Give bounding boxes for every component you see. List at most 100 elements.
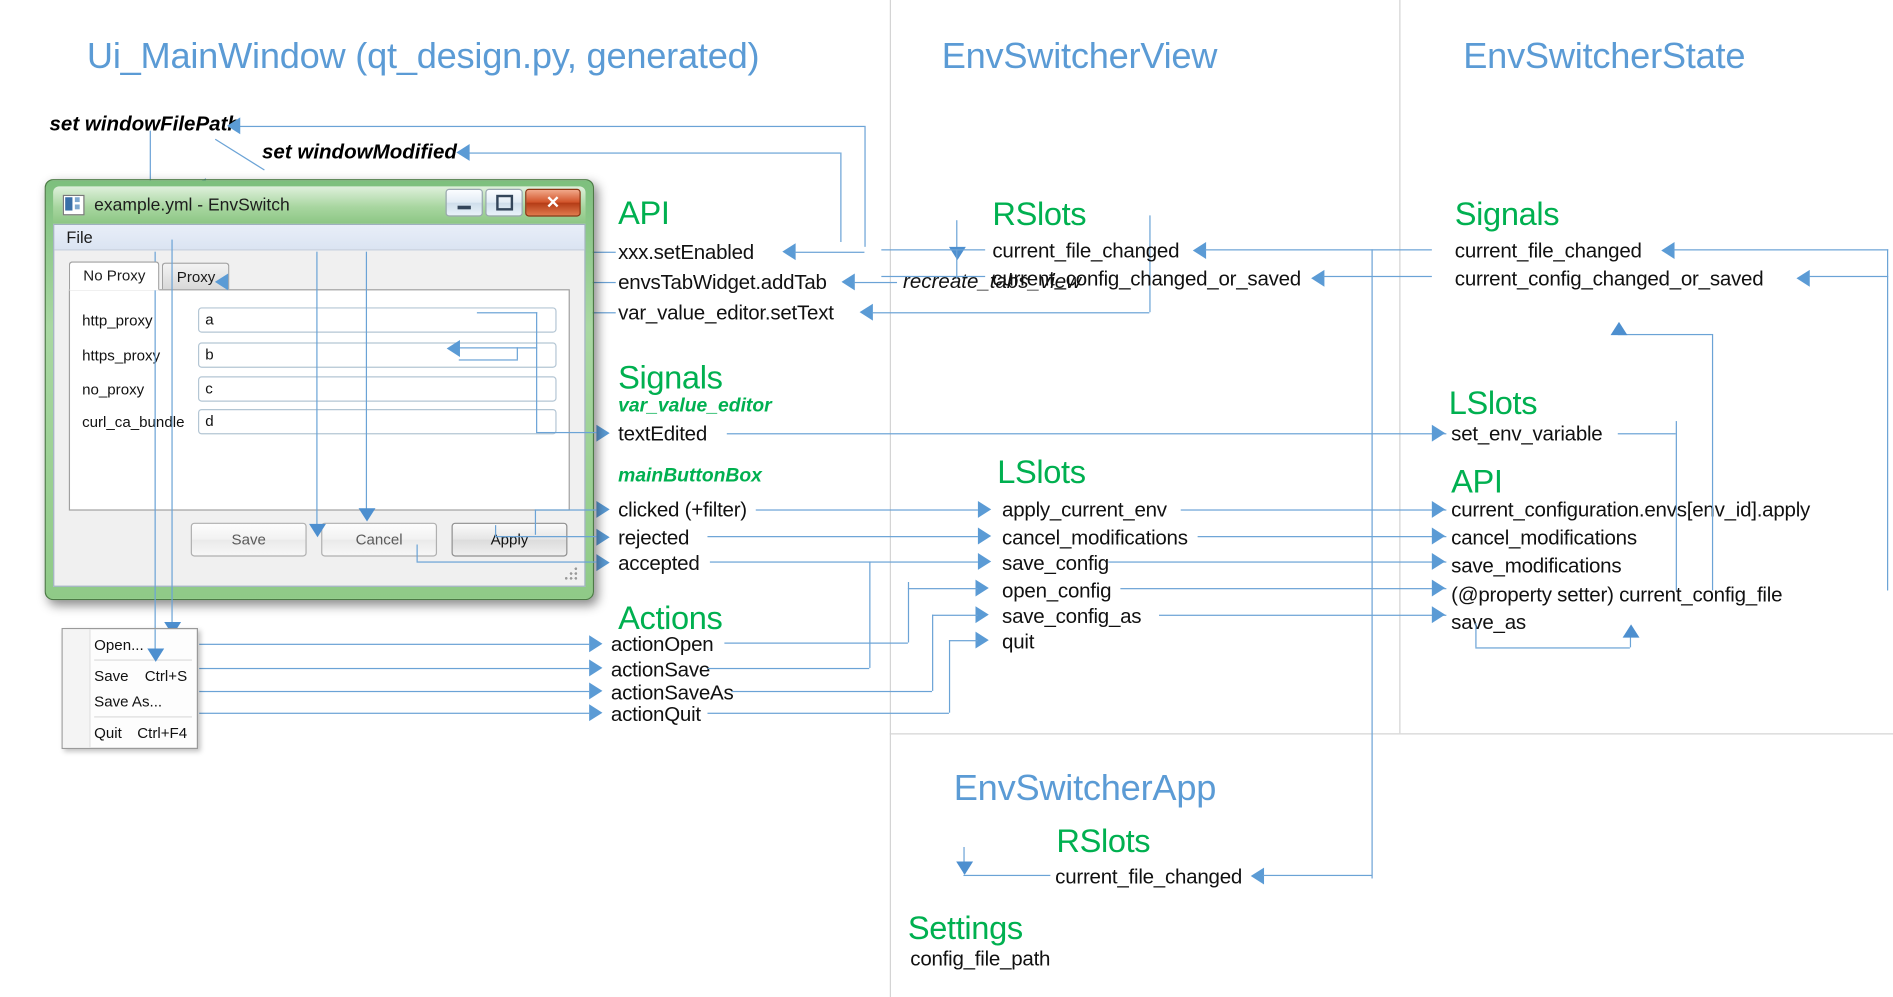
line-field-https xyxy=(458,347,538,349)
connector-actionsave-v xyxy=(869,561,871,668)
left-signals-heading: Signals xyxy=(618,359,723,396)
minimize-button[interactable] xyxy=(445,188,483,217)
right-api-item-3: (@property setter) current_config_file xyxy=(1451,583,1783,607)
app-rslots-heading: RSlots xyxy=(1056,822,1151,860)
tab-no-proxy[interactable]: No Proxy xyxy=(68,261,160,291)
resize-grip-icon[interactable] xyxy=(563,567,579,583)
mid-lslots-item-4: save_config_as xyxy=(1002,605,1142,628)
arrowhead-save-btn xyxy=(309,523,326,538)
connector-state-feedback-h2 xyxy=(1617,433,1676,435)
menu-item-open-label: Open... xyxy=(94,635,144,653)
label-http-proxy: http_proxy xyxy=(82,311,153,329)
menu-separator-1 xyxy=(94,659,192,661)
file-menu-popup[interactable]: Open... Save Ctrl+S Save As... Quit Ctrl… xyxy=(61,627,198,749)
connector-mid-rslots-0-left xyxy=(881,249,986,251)
arrowhead-filemenu-save xyxy=(147,648,165,662)
arrowhead-right-api-cancel xyxy=(1431,527,1446,545)
minimize-icon xyxy=(457,205,471,209)
connector-clicked-right xyxy=(755,509,978,511)
mid-lslots-heading: LSlots xyxy=(997,453,1086,491)
arrowhead-set-env-variable xyxy=(1431,424,1446,442)
connector-textedited-right xyxy=(726,433,1447,435)
arrowhead-right-signals-1 xyxy=(1796,269,1810,287)
input-curl-ca-bundle[interactable]: d xyxy=(197,408,557,435)
window-titlebar[interactable]: example.yml - EnvSwitch ✕ xyxy=(53,186,586,224)
right-api-heading: API xyxy=(1451,463,1503,500)
left-signals-item-textedited: textEdited xyxy=(618,422,708,446)
line-field-https2 xyxy=(458,359,518,361)
line-clicked-v xyxy=(534,509,537,535)
apply-button[interactable]: Apply xyxy=(451,522,568,557)
connector-api-setenabled-right xyxy=(794,251,865,253)
note-set-windowfilepath: set windowFilePath xyxy=(49,112,240,136)
connector-apply-current-env-right xyxy=(1180,509,1447,511)
left-signals-sub-mainbuttonbox: mainButtonBox xyxy=(618,465,762,487)
connector-state-feedback-v2 xyxy=(1675,421,1677,591)
line-apply-tap xyxy=(365,251,368,511)
connector-save-config-right xyxy=(1108,561,1447,563)
menubar[interactable]: File xyxy=(54,225,585,251)
input-https-proxy[interactable]: b xyxy=(197,342,557,368)
arrowhead-rejected xyxy=(596,528,610,546)
mid-rslots-item-1: current_config_changed_or_saved xyxy=(992,267,1301,291)
connector-menu-save xyxy=(199,667,590,670)
arrowhead-actionsaveas xyxy=(589,682,603,700)
close-button[interactable]: ✕ xyxy=(525,188,581,217)
arrowhead-field-https xyxy=(446,340,460,357)
left-signals-item-rejected: rejected xyxy=(618,526,690,550)
left-api-item-2: var_value_editor.setText xyxy=(618,301,834,325)
left-actions-item-open: actionOpen xyxy=(610,632,714,656)
connector-recreate-v xyxy=(956,220,958,250)
connector-state-feedback-v1 xyxy=(1711,333,1714,591)
connector-mid-rslots-tap xyxy=(956,249,958,279)
save-button[interactable]: Save xyxy=(190,522,307,557)
mid-lslots-item-5: quit xyxy=(1002,630,1035,654)
right-signals-heading: Signals xyxy=(1454,196,1560,233)
connector-actionquit-right xyxy=(707,712,949,714)
arrowhead-right-api-apply xyxy=(1431,500,1446,518)
connector-right-signals-bus xyxy=(1887,249,1889,591)
connector-rejected-right xyxy=(707,536,978,538)
connector-windowmodified xyxy=(468,152,841,154)
connector-api-settext-right xyxy=(871,312,1150,314)
menu-item-save-as[interactable]: Save As... xyxy=(63,688,197,713)
connector-openconfig-h xyxy=(907,588,978,590)
menu-item-quit[interactable]: Quit Ctrl+F4 xyxy=(63,720,197,745)
menu-separator-2 xyxy=(94,716,192,718)
menu-item-save-as-label: Save As... xyxy=(94,692,163,710)
label-no-proxy: no_proxy xyxy=(82,380,145,398)
connector-actionquit-v xyxy=(948,640,951,713)
connector-app-rslots-left xyxy=(963,874,1051,877)
arrowhead-windowmodified xyxy=(456,143,470,161)
field-row-no-proxy: no_proxy c xyxy=(82,376,557,402)
menu-item-save[interactable]: Save Ctrl+S xyxy=(63,663,197,688)
app-rslots-item-0: current_file_changed xyxy=(1055,865,1243,889)
mid-lslots-item-1: cancel_modifications xyxy=(1002,526,1188,550)
line-menubar-tap xyxy=(171,239,173,625)
menu-item-save-label: Save xyxy=(94,667,129,685)
input-http-proxy[interactable]: a xyxy=(197,307,557,333)
label-curl-ca-bundle: curl_ca_bundle xyxy=(82,413,185,431)
input-no-proxy[interactable]: c xyxy=(197,376,557,402)
arrowhead-right-api-configfile xyxy=(1431,579,1446,597)
connector-right-signals-0 xyxy=(1673,249,1889,251)
arrowhead-saveas-loop xyxy=(1622,624,1640,638)
note-set-windowmodified: set windowModified xyxy=(261,140,457,164)
left-actions-item-save: actionSave xyxy=(610,658,711,682)
cancel-button[interactable]: Cancel xyxy=(321,522,438,557)
left-api-heading: API xyxy=(618,194,670,232)
app-settings-heading: Settings xyxy=(907,909,1023,947)
menu-item-file[interactable]: File xyxy=(66,229,92,247)
field-row-https-proxy: https_proxy b xyxy=(82,342,557,368)
field-row-http-proxy: http_proxy a xyxy=(82,307,557,333)
arrowhead-cancel-btn xyxy=(358,508,376,522)
connector-mid-rslots-1-left xyxy=(881,275,986,278)
maximize-button[interactable] xyxy=(485,188,523,217)
arrowhead-apply-current-env xyxy=(977,500,992,518)
envs-tab-widget[interactable]: No Proxy Proxy xyxy=(68,261,230,291)
right-signals-item-1: current_config_changed_or_saved xyxy=(1454,267,1764,291)
arrowhead-actionopen xyxy=(589,635,603,653)
menu-item-open[interactable]: Open... xyxy=(63,632,197,657)
left-api-item-1: envsTabWidget.addTab xyxy=(618,271,827,295)
connector-windowmodified-v xyxy=(840,152,842,242)
